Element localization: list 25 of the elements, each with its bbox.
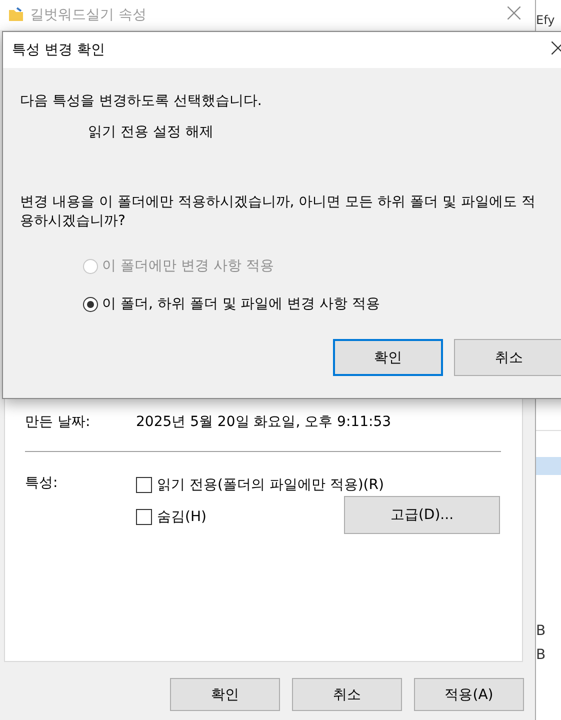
change-description: 읽기 전용 설정 해제 xyxy=(88,123,214,141)
dialog-button[interactable]: 확인 xyxy=(333,339,443,376)
created-value: 2025년 5월 20일 화요일, 오후 9:11:53 xyxy=(136,413,392,431)
checkbox-label: 읽기 전용(폴더의 파일에만 적용)(R) xyxy=(157,476,384,494)
background-text: B xyxy=(536,647,547,663)
background-text: Efy xyxy=(536,13,556,27)
folder-icon xyxy=(8,7,24,23)
checkbox[interactable] xyxy=(136,477,152,493)
checkbox-label: 숨김(H) xyxy=(157,508,206,526)
selected-row xyxy=(536,457,561,475)
dialog-question: 변경 내용을 이 폴더에만 적용하시겠습니까, 아니면 모든 하위 폴더 및 파일에도 적용하시겠습니까? xyxy=(20,193,536,231)
created-label: 만든 날짜: xyxy=(25,413,92,431)
dialog-button[interactable]: 취소 xyxy=(292,678,402,711)
dialog-button[interactable]: 취소 xyxy=(454,339,561,376)
dialog-button[interactable]: 확인 xyxy=(170,678,280,711)
dialog-message: 다음 특성을 변경하도록 선택했습니다. xyxy=(20,92,263,111)
advanced-button[interactable]: 고급(D)... xyxy=(344,496,500,534)
radio-option[interactable]: 이 폴더, 하위 폴더 및 파일에 변경 사항 적용 xyxy=(83,295,561,313)
dialog-button[interactable]: 적용(A) xyxy=(414,678,524,711)
checkbox[interactable] xyxy=(136,509,152,525)
close-icon[interactable] xyxy=(551,41,561,55)
window-title: 길벗워드실기 속성 xyxy=(30,6,148,24)
background-text: B xyxy=(536,623,547,639)
attributes-label: 특성: xyxy=(25,474,59,492)
dialog-title: 특성 변경 확인 xyxy=(12,41,105,59)
